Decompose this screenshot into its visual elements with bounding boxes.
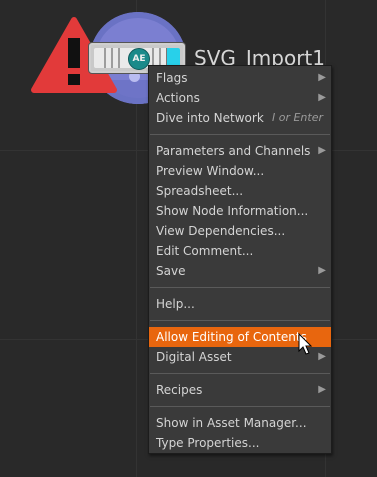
menu-item-help[interactable]: Help... bbox=[149, 294, 331, 314]
menu-item-label: Flags bbox=[156, 71, 188, 85]
menu-item-label: Spreadsheet... bbox=[156, 184, 244, 198]
submenu-arrow-icon: ▶ bbox=[318, 145, 326, 156]
menu-item-label: Actions bbox=[156, 91, 200, 105]
menu-separator bbox=[150, 406, 330, 407]
submenu-arrow-icon: ▶ bbox=[318, 351, 326, 362]
menu-item-label: Save bbox=[156, 264, 186, 278]
menu-item-flags[interactable]: Flags ▶ bbox=[149, 68, 331, 88]
menu-item-recipes[interactable]: Recipes ▶ bbox=[149, 380, 331, 400]
menu-separator bbox=[150, 134, 330, 135]
menu-item-save[interactable]: Save ▶ bbox=[149, 261, 331, 281]
menu-item-label: View Dependencies... bbox=[156, 224, 286, 238]
menu-item-view-dependencies[interactable]: View Dependencies... bbox=[149, 221, 331, 241]
menu-item-label: Dive into Network bbox=[156, 111, 264, 125]
submenu-arrow-icon: ▶ bbox=[318, 72, 326, 83]
menu-separator bbox=[150, 320, 330, 321]
menu-item-label: Edit Comment... bbox=[156, 244, 254, 258]
menu-item-actions[interactable]: Actions ▶ bbox=[149, 88, 331, 108]
menu-item-asset-manager[interactable]: Show in Asset Manager... bbox=[149, 413, 331, 433]
menu-item-label: Help... bbox=[156, 297, 195, 311]
submenu-arrow-icon: ▶ bbox=[318, 265, 326, 276]
mouse-pointer-icon bbox=[298, 333, 313, 355]
menu-item-type-properties[interactable]: Type Properties... bbox=[149, 433, 331, 453]
menu-item-preview-window[interactable]: Preview Window... bbox=[149, 161, 331, 181]
menu-item-parameters[interactable]: Parameters and Channels ▶ bbox=[149, 141, 331, 161]
menu-item-label: Parameters and Channels bbox=[156, 144, 311, 158]
asset-node-icon: AE bbox=[128, 48, 150, 70]
menu-item-edit-comment[interactable]: Edit Comment... bbox=[149, 241, 331, 261]
menu-item-label: Preview Window... bbox=[156, 164, 265, 178]
menu-separator bbox=[150, 287, 330, 288]
submenu-arrow-icon: ▶ bbox=[318, 384, 326, 395]
context-menu: Flags ▶ Actions ▶ Dive into Network I or… bbox=[148, 65, 332, 454]
menu-item-label: Recipes bbox=[156, 383, 203, 397]
shortcut-label: I or Enter bbox=[271, 111, 323, 124]
menu-item-node-information[interactable]: Show Node Information... bbox=[149, 201, 331, 221]
menu-item-label: Allow Editing of Contents bbox=[156, 330, 307, 344]
menu-item-spreadsheet[interactable]: Spreadsheet... bbox=[149, 181, 331, 201]
menu-separator bbox=[150, 373, 330, 374]
menu-item-label: Show Node Information... bbox=[156, 204, 309, 218]
submenu-arrow-icon: ▶ bbox=[318, 92, 326, 103]
menu-item-label: Digital Asset bbox=[156, 350, 232, 364]
menu-item-label: Type Properties... bbox=[156, 436, 260, 450]
menu-item-dive-into-network[interactable]: Dive into Network I or Enter bbox=[149, 108, 331, 128]
menu-item-label: Show in Asset Manager... bbox=[156, 416, 307, 430]
